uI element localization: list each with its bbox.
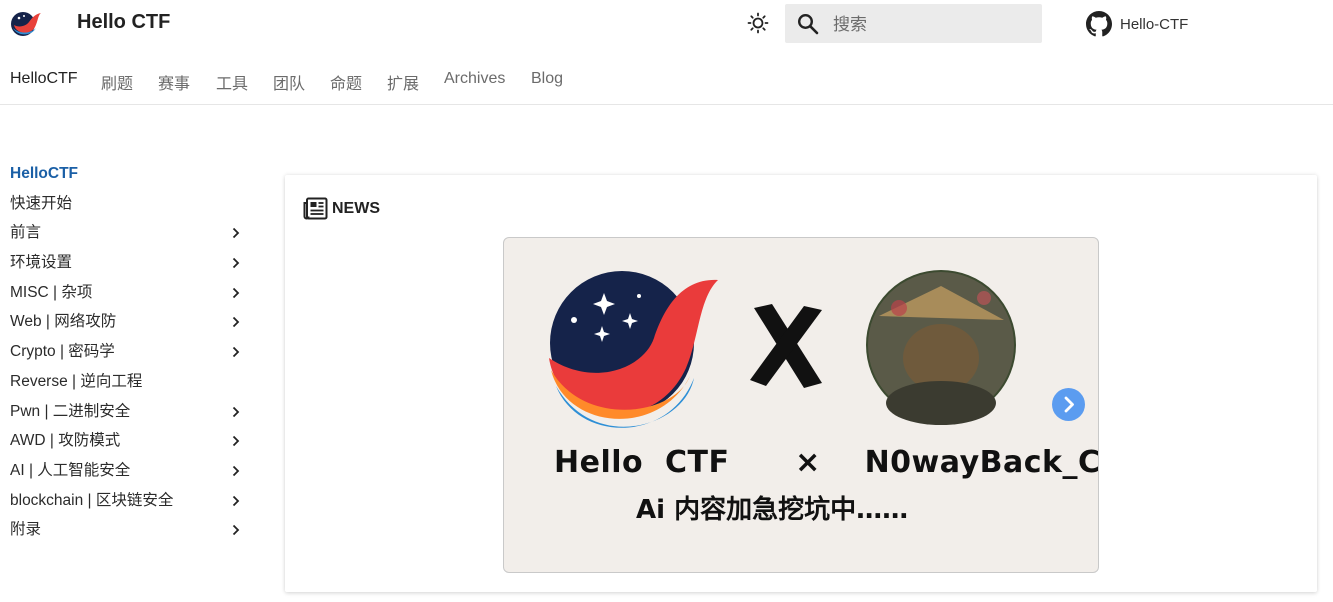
tab-events[interactable]: 赛事 <box>158 70 190 94</box>
sidebar-item-env-setup[interactable]: 环境设置 <box>10 251 242 281</box>
slide-next-button[interactable] <box>1052 388 1085 421</box>
sun-icon[interactable] <box>747 12 769 34</box>
chevron-right-icon <box>232 436 240 447</box>
news-slide[interactable]: Hello CTF × N0wayBack_Cain Ai 内容加急挖坑中…… <box>503 237 1099 573</box>
tab-tools[interactable]: 工具 <box>216 70 248 94</box>
chevron-right-icon <box>232 406 240 417</box>
sidebar-nav: HelloCTF 快速开始 前言 环境设置 MISC | 杂项 Web | 网络… <box>10 162 242 548</box>
avatar-image <box>866 270 1016 425</box>
tab-extensions[interactable]: 扩展 <box>387 70 419 94</box>
tab-archives[interactable]: Archives <box>444 70 505 88</box>
news-header: NEWS <box>303 197 380 220</box>
slide-caption-title: Hello CTF × N0wayBack_Cain <box>554 445 1099 480</box>
tab-helloctf[interactable]: HelloCTF <box>10 70 78 88</box>
tab-teams[interactable]: 团队 <box>273 70 305 94</box>
chevron-right-icon <box>232 287 240 298</box>
top-tabs: HelloCTF 刷题 赛事 工具 团队 命题 扩展 Archives Blog <box>0 62 1333 105</box>
sidebar-item-label: HelloCTF <box>10 165 79 182</box>
chevron-right-icon <box>1064 396 1074 413</box>
chevron-right-icon <box>232 346 240 358</box>
search-box[interactable] <box>785 4 1042 45</box>
sidebar-item-ai[interactable]: AI | 人工智能安全 <box>10 459 242 489</box>
sidebar-item-label: AWD | 攻防模式 <box>10 432 121 450</box>
tab-blog[interactable]: Blog <box>531 70 563 88</box>
sidebar-item-crypto[interactable]: Crypto | 密码学 <box>10 340 242 370</box>
sidebar-item-label: 前言 <box>10 224 42 242</box>
sidebar-item-web[interactable]: Web | 网络攻防 <box>10 310 242 340</box>
sidebar-item-label: 附录 <box>10 521 42 539</box>
search-input[interactable] <box>831 4 1035 45</box>
sidebar-item-reverse[interactable]: Reverse | 逆向工程 <box>10 370 242 400</box>
chevron-right-icon <box>232 525 240 536</box>
sidebar-item-label: 快速开始 <box>10 194 73 212</box>
sidebar-item-helloctf[interactable]: HelloCTF <box>10 162 242 192</box>
sidebar-item-appendix[interactable]: 附录 <box>10 518 242 548</box>
sidebar-item-label: Pwn | 二进制安全 <box>10 402 131 420</box>
slide-caption-subtitle: Ai 内容加急挖坑中…… <box>636 495 909 525</box>
sidebar-item-label: blockchain | 区块链安全 <box>10 491 174 509</box>
hello-ctf-logo-icon <box>549 271 718 428</box>
chevron-right-icon <box>232 228 240 239</box>
sidebar-item-quick-start[interactable]: 快速开始 <box>10 192 242 222</box>
sidebar-item-label: Reverse | 逆向工程 <box>10 372 143 390</box>
sidebar-item-preface[interactable]: 前言 <box>10 221 242 251</box>
sidebar-item-label: MISC | 杂项 <box>10 283 93 301</box>
sidebar-item-awd[interactable]: AWD | 攻防模式 <box>10 429 242 459</box>
sidebar-item-label: Web | 网络攻防 <box>10 313 117 331</box>
repo-label: Hello-CTF <box>1120 15 1189 33</box>
sidebar-item-misc[interactable]: MISC | 杂项 <box>10 281 242 311</box>
chevron-right-icon <box>232 317 240 328</box>
sidebar-item-pwn[interactable]: Pwn | 二进制安全 <box>10 400 242 430</box>
sidebar-item-blockchain[interactable]: blockchain | 区块链安全 <box>10 489 242 519</box>
chevron-right-icon <box>232 257 240 269</box>
github-icon <box>1086 11 1112 37</box>
sidebar-item-label: 环境设置 <box>10 254 73 272</box>
logo-icon[interactable] <box>10 9 42 37</box>
tab-challenge-writing[interactable]: 命题 <box>330 70 362 94</box>
newspaper-icon <box>303 197 328 220</box>
x-mark <box>750 304 822 388</box>
sidebar-item-label: Crypto | 密码学 <box>10 343 115 361</box>
chevron-right-icon <box>232 495 240 506</box>
chevron-right-icon <box>232 465 240 477</box>
site-header: Hello CTF Hello-CTF <box>0 0 1333 48</box>
repo-link[interactable]: Hello-CTF <box>1086 11 1188 37</box>
tab-practice[interactable]: 刷题 <box>101 70 133 94</box>
sidebar-item-label: AI | 人工智能安全 <box>10 461 131 479</box>
news-card: NEWS Hello CTF × N0wayBack_Cain Ai 内容加急挖… <box>285 175 1317 592</box>
search-icon <box>797 13 819 35</box>
news-heading: NEWS <box>332 199 380 217</box>
site-title[interactable]: Hello CTF <box>77 11 170 34</box>
